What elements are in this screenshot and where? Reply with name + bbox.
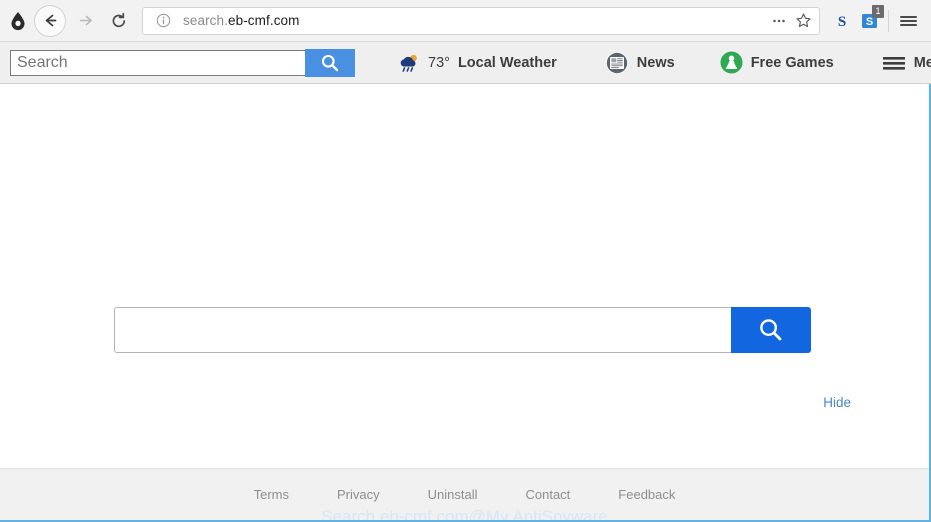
news-label: News <box>636 54 675 71</box>
star-outline-icon[interactable] <box>791 9 815 33</box>
footer-link-uninstall[interactable]: Uninstall <box>428 487 478 502</box>
green-pawn-icon <box>720 51 743 74</box>
extension-icons: S S 1 <box>828 4 931 36</box>
toolbar-item-news[interactable]: News <box>605 51 675 75</box>
droplet-icon[interactable] <box>6 6 30 36</box>
watermark-text: Search.eb-cmf.com@My AntiSpyware <box>321 507 608 522</box>
hamburger-menu-icon <box>899 23 917 26</box>
url-subdomain: search. <box>183 13 228 28</box>
back-button[interactable] <box>34 4 66 37</box>
menu-label: Menu <box>913 54 931 71</box>
footer-link-contact[interactable]: Contact <box>525 487 570 502</box>
toolbar-item-local-weather[interactable]: 73° Local Weather <box>398 53 557 72</box>
toolbar-item-free-games[interactable]: Free Games <box>720 51 834 74</box>
main-search-input[interactable] <box>114 307 731 353</box>
info-circle-icon[interactable] <box>151 9 175 33</box>
browser-chrome: search.eb-cmf.com S S 1 <box>0 0 931 42</box>
weather-temperature: 73° <box>428 54 450 71</box>
s-letter-icon[interactable]: S <box>828 6 856 36</box>
toolbar-search-group <box>10 48 355 77</box>
extension-badge-count: 1 <box>872 4 884 18</box>
footer-link-terms[interactable]: Terms <box>254 487 289 502</box>
games-label: Free Games <box>750 54 834 71</box>
url-text: search.eb-cmf.com <box>183 13 767 28</box>
browser-menu-button[interactable] <box>893 6 923 36</box>
address-bar[interactable]: search.eb-cmf.com <box>142 6 820 35</box>
newspaper-icon <box>605 51 629 75</box>
reload-button[interactable] <box>104 6 134 36</box>
footer-link-privacy[interactable]: Privacy <box>337 487 380 502</box>
toolbar-item-menu[interactable]: Menu <box>882 54 931 72</box>
hamburger-menu-icon <box>899 15 917 18</box>
footer-links: Terms Privacy Uninstall Contact Feedback <box>0 487 929 502</box>
page-footer: Terms Privacy Uninstall Contact Feedback… <box>0 468 929 522</box>
page-content: Hide a Y <box>0 84 931 522</box>
toolbar-search-button[interactable] <box>305 48 355 77</box>
hide-link[interactable]: Hide <box>823 395 851 410</box>
extension-toolbar: 73° Local Weather News <box>0 42 931 84</box>
ellipsis-icon[interactable] <box>767 9 791 33</box>
weather-label: Local Weather <box>457 54 557 71</box>
magnifier-icon <box>760 319 782 341</box>
main-search-button[interactable] <box>731 307 811 353</box>
s-badge-icon[interactable]: S 1 <box>856 4 884 36</box>
toolbar-divider <box>888 9 889 32</box>
svg-text:S: S <box>838 14 846 30</box>
hamburger-menu-icon <box>899 19 917 22</box>
magnifier-icon <box>321 54 339 71</box>
hamburger-menu-icon <box>882 54 906 72</box>
forward-button <box>70 6 100 36</box>
url-domain: eb-cmf.com <box>227 13 300 28</box>
toolbar-search-input[interactable] <box>10 49 305 76</box>
cloud-sun-icon <box>398 53 420 72</box>
footer-link-feedback[interactable]: Feedback <box>618 487 675 502</box>
main-search-group <box>114 307 811 353</box>
